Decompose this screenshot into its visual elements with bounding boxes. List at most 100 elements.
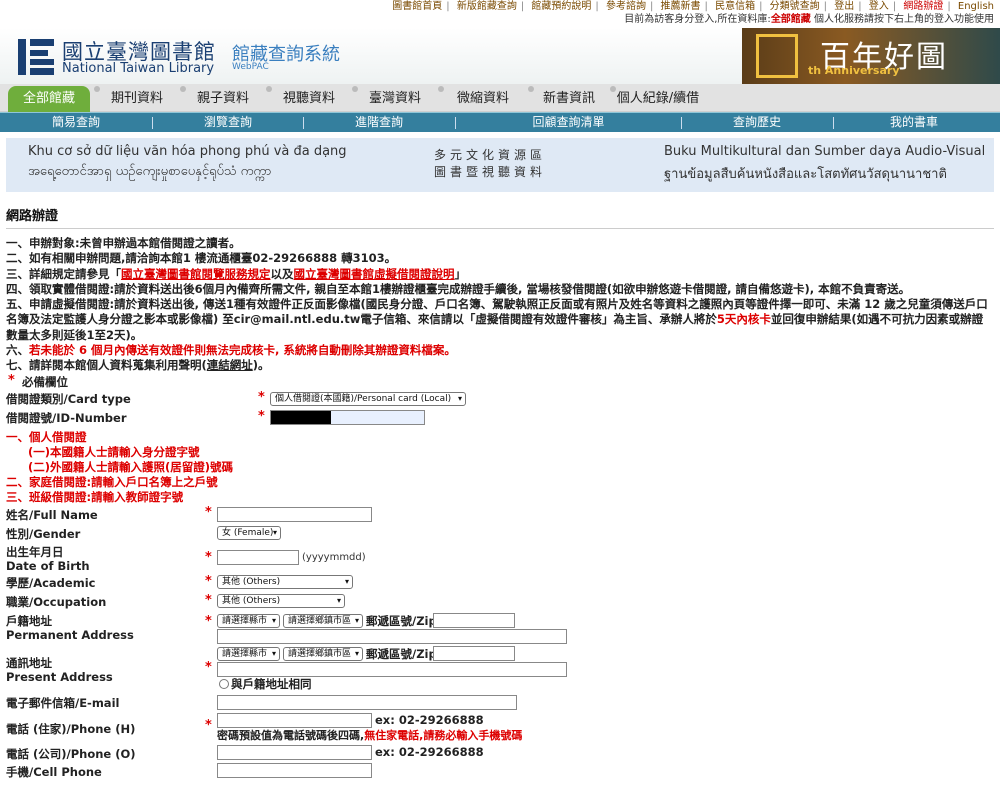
- application-notes: 一、申辦對象:未曾申辦過本館借閱證之讀者。 二、如有相關申辦問題,請洽詢本館1 …: [6, 236, 994, 374]
- password-hint: 密碼預設值為電話號碼後四碼,無住家電話,請務必輸入手機號碼: [217, 729, 523, 742]
- system-subtitle: WebPAC: [232, 62, 269, 72]
- link-online-card[interactable]: 網路辦證: [903, 1, 943, 12]
- tab-all-collections[interactable]: 全部館藏: [8, 86, 90, 112]
- perm-district-select[interactable]: 請選擇鄉鎮市區 ▾: [283, 614, 363, 628]
- present-address-label: 通訊地址: [6, 656, 52, 670]
- link-logout[interactable]: 登出: [834, 1, 854, 12]
- nav-search-history[interactable]: 查詢歷史: [682, 113, 832, 133]
- permanent-address-label-en: Permanent Address: [6, 628, 134, 642]
- required-star: *: [258, 390, 265, 405]
- dob-label: 出生年月日: [6, 545, 64, 559]
- academic-label: 學歷/Academic: [6, 576, 96, 590]
- tab-personal-record[interactable]: 個人紀錄/續借: [610, 84, 706, 112]
- name-label: 姓名/Full Name: [6, 508, 98, 522]
- dob-input[interactable]: [217, 550, 299, 565]
- nav-book-cart[interactable]: 我的書車: [834, 113, 994, 133]
- same-address-radio[interactable]: [219, 679, 229, 689]
- present-county-select[interactable]: 請選擇縣市 ▾: [217, 647, 280, 661]
- phone-office-example: ex: 02-29266888: [375, 745, 484, 759]
- nav-simple-search[interactable]: 簡易查詢: [0, 113, 152, 133]
- tab-periodicals[interactable]: 期刊資料: [94, 84, 180, 112]
- tab-microform[interactable]: 微縮資料: [438, 84, 528, 112]
- login-status: 目前為訪客身分登入,所在資料庫:全部館藏 個人化服務請按下右上角的登入功能使用: [624, 14, 994, 25]
- perm-zip-input[interactable]: [433, 613, 515, 628]
- phone-office-label: 電話 (公司)/Phone (O): [6, 747, 136, 761]
- tab-new-books[interactable]: 新書資訊: [528, 84, 610, 112]
- main-tabs: 全部館藏 期刊資料 親子資料 視聽資料 臺灣資料 微縮資料 新書資訊 個人紀錄/…: [0, 84, 1000, 112]
- permanent-address-label: 戶籍地址: [6, 614, 52, 628]
- top-links: 圖書館首頁 | 新版館藏查詢 | 館藏預約說明 | 參考諮詢 | 推薦新書 | 民意信箱 |…: [392, 1, 994, 12]
- class-card-hint: 三、班級借閱證:請輸入教師證字號: [6, 490, 184, 504]
- present-zip-input[interactable]: [433, 646, 515, 661]
- nav-review-list[interactable]: 回顧查詢清單: [456, 113, 681, 133]
- redacted-value: [271, 411, 331, 424]
- phone-home-input[interactable]: [217, 713, 372, 728]
- cell-phone-input[interactable]: [217, 763, 372, 778]
- note-7: 七、請詳閱本館個人資料蒐集利用聲明(連結網址)。: [6, 358, 270, 373]
- anniversary-subtitle: th Anniversary: [808, 64, 900, 77]
- required-star: *: [205, 505, 212, 520]
- phone-office-input[interactable]: [217, 745, 372, 760]
- family-card-hint: 二、家庭借閱證:請輸入戶口名簿上之戶號: [6, 475, 218, 489]
- local-id-hint: (一)本國籍人士請輸入身分證字號: [28, 445, 200, 459]
- link-login[interactable]: 登入: [869, 1, 889, 12]
- required-star: *: [205, 660, 212, 675]
- present-district-select[interactable]: 請選擇鄉鎮市區 ▾: [283, 647, 363, 661]
- tab-taiwan[interactable]: 臺灣資料: [352, 84, 438, 112]
- id-number-label: 借閱證號/ID-Number: [6, 411, 127, 425]
- banner-text-id: Buku Multikultural dan Sumber daya Audio…: [664, 144, 986, 159]
- link-english[interactable]: English: [958, 1, 994, 12]
- required-star: *: [205, 574, 212, 589]
- multicultural-banner[interactable]: Khu cơ sở dữ liệu văn hóa phong phú và đ…: [6, 138, 994, 192]
- cell-phone-label: 手機/Cell Phone: [6, 765, 102, 779]
- link-home[interactable]: 圖書館首頁: [392, 1, 442, 12]
- banner-text-vi: Khu cơ sở dữ liệu văn hóa phong phú và đ…: [28, 144, 347, 159]
- link-new-catalog[interactable]: 新版館藏查詢: [457, 1, 517, 12]
- required-star: *: [205, 718, 212, 733]
- link-class-search[interactable]: 分類號查詢: [770, 1, 820, 12]
- tab-audiovisual[interactable]: 視聽資料: [266, 84, 352, 112]
- tab-children[interactable]: 親子資料: [180, 84, 266, 112]
- full-name-input[interactable]: [217, 507, 372, 522]
- link-mailbox[interactable]: 民意信箱: [715, 1, 755, 12]
- banner-title-zh: 多元文化資源區: [434, 148, 547, 162]
- site-banner: 國立臺灣圖書館 National Taiwan Library 館藏查詢系統 W…: [0, 28, 1000, 84]
- phone-home-label: 電話 (住家)/Phone (H): [6, 722, 136, 736]
- note-6: 六、若未能於 6 個月內傳送有效證件則無法完成核卡, 系統將自動刪除其辦證資料檔…: [6, 343, 456, 358]
- perm-county-select[interactable]: 請選擇縣市 ▾: [217, 614, 280, 628]
- card-type-label: 借閱證類別/Card type: [6, 392, 131, 406]
- occupation-label: 職業/Occupation: [6, 595, 107, 609]
- library-logo-icon[interactable]: [18, 37, 54, 77]
- required-star: *: [205, 614, 212, 629]
- link-virtual-card-info[interactable]: 國立臺灣圖書館虛擬借閱證說明: [294, 267, 455, 281]
- current-db: 全部館藏: [770, 14, 811, 25]
- banner-text-th: ฐานข้อมูลสืบค้นหนังสือและโสตทัศนวัสดุนาน…: [664, 167, 947, 182]
- link-reference[interactable]: 參考諮詢: [606, 1, 646, 12]
- personal-card-heading: 一、個人借閱證: [6, 430, 87, 444]
- id-number-input[interactable]: [270, 410, 425, 425]
- link-new-books[interactable]: 推薦新書: [661, 1, 701, 12]
- academic-select[interactable]: 其他 (Others) ▾: [217, 575, 353, 589]
- link-privacy[interactable]: 連結網址: [207, 358, 253, 372]
- present-address-label-en: Present Address: [6, 670, 113, 684]
- required-legend: 必備欄位: [22, 375, 68, 389]
- nav-browse-search[interactable]: 瀏覽查詢: [153, 113, 303, 133]
- note-2: 二、如有相關申辦問題,請洽詢本館1 樓流通櫃臺02-29266888 轉3103…: [6, 251, 397, 266]
- anniversary-logo-icon: [756, 34, 798, 78]
- gender-select[interactable]: 女 (Female) ▾: [217, 526, 281, 540]
- link-service-rules[interactable]: 國立臺灣圖書館閱覽服務規定: [121, 267, 271, 281]
- note-5: 五、申請虛擬借閱證:請於資料送出後, 傳送1種有效證件正反面影像檔(國民身分證、…: [6, 297, 988, 342]
- email-input[interactable]: [217, 695, 517, 710]
- note-4: 四、領取實體借閱證:請於資料送出後6個月內備齊所需文件, 親自至本館1樓辦證櫃臺…: [6, 281, 911, 296]
- card-type-select[interactable]: 個人借閱證(本國籍)/Personal card (Local) ▾: [270, 392, 466, 406]
- note-1: 一、申辦對象:未曾申辦過本館借閱證之讀者。: [6, 236, 241, 250]
- nav-advanced-search[interactable]: 進階查詢: [304, 113, 454, 133]
- required-star: *: [8, 373, 15, 388]
- present-address-input[interactable]: [217, 662, 567, 677]
- perm-address-input[interactable]: [217, 629, 567, 644]
- required-star: *: [205, 593, 212, 608]
- present-zip-label: 郵遞區號/Zip: [366, 647, 437, 661]
- occupation-select[interactable]: 其他 (Others) ▾: [217, 594, 345, 608]
- anniversary-banner: 百年好圖 th Anniversary: [742, 28, 1000, 84]
- link-reserve-info[interactable]: 館藏預約說明: [531, 1, 591, 12]
